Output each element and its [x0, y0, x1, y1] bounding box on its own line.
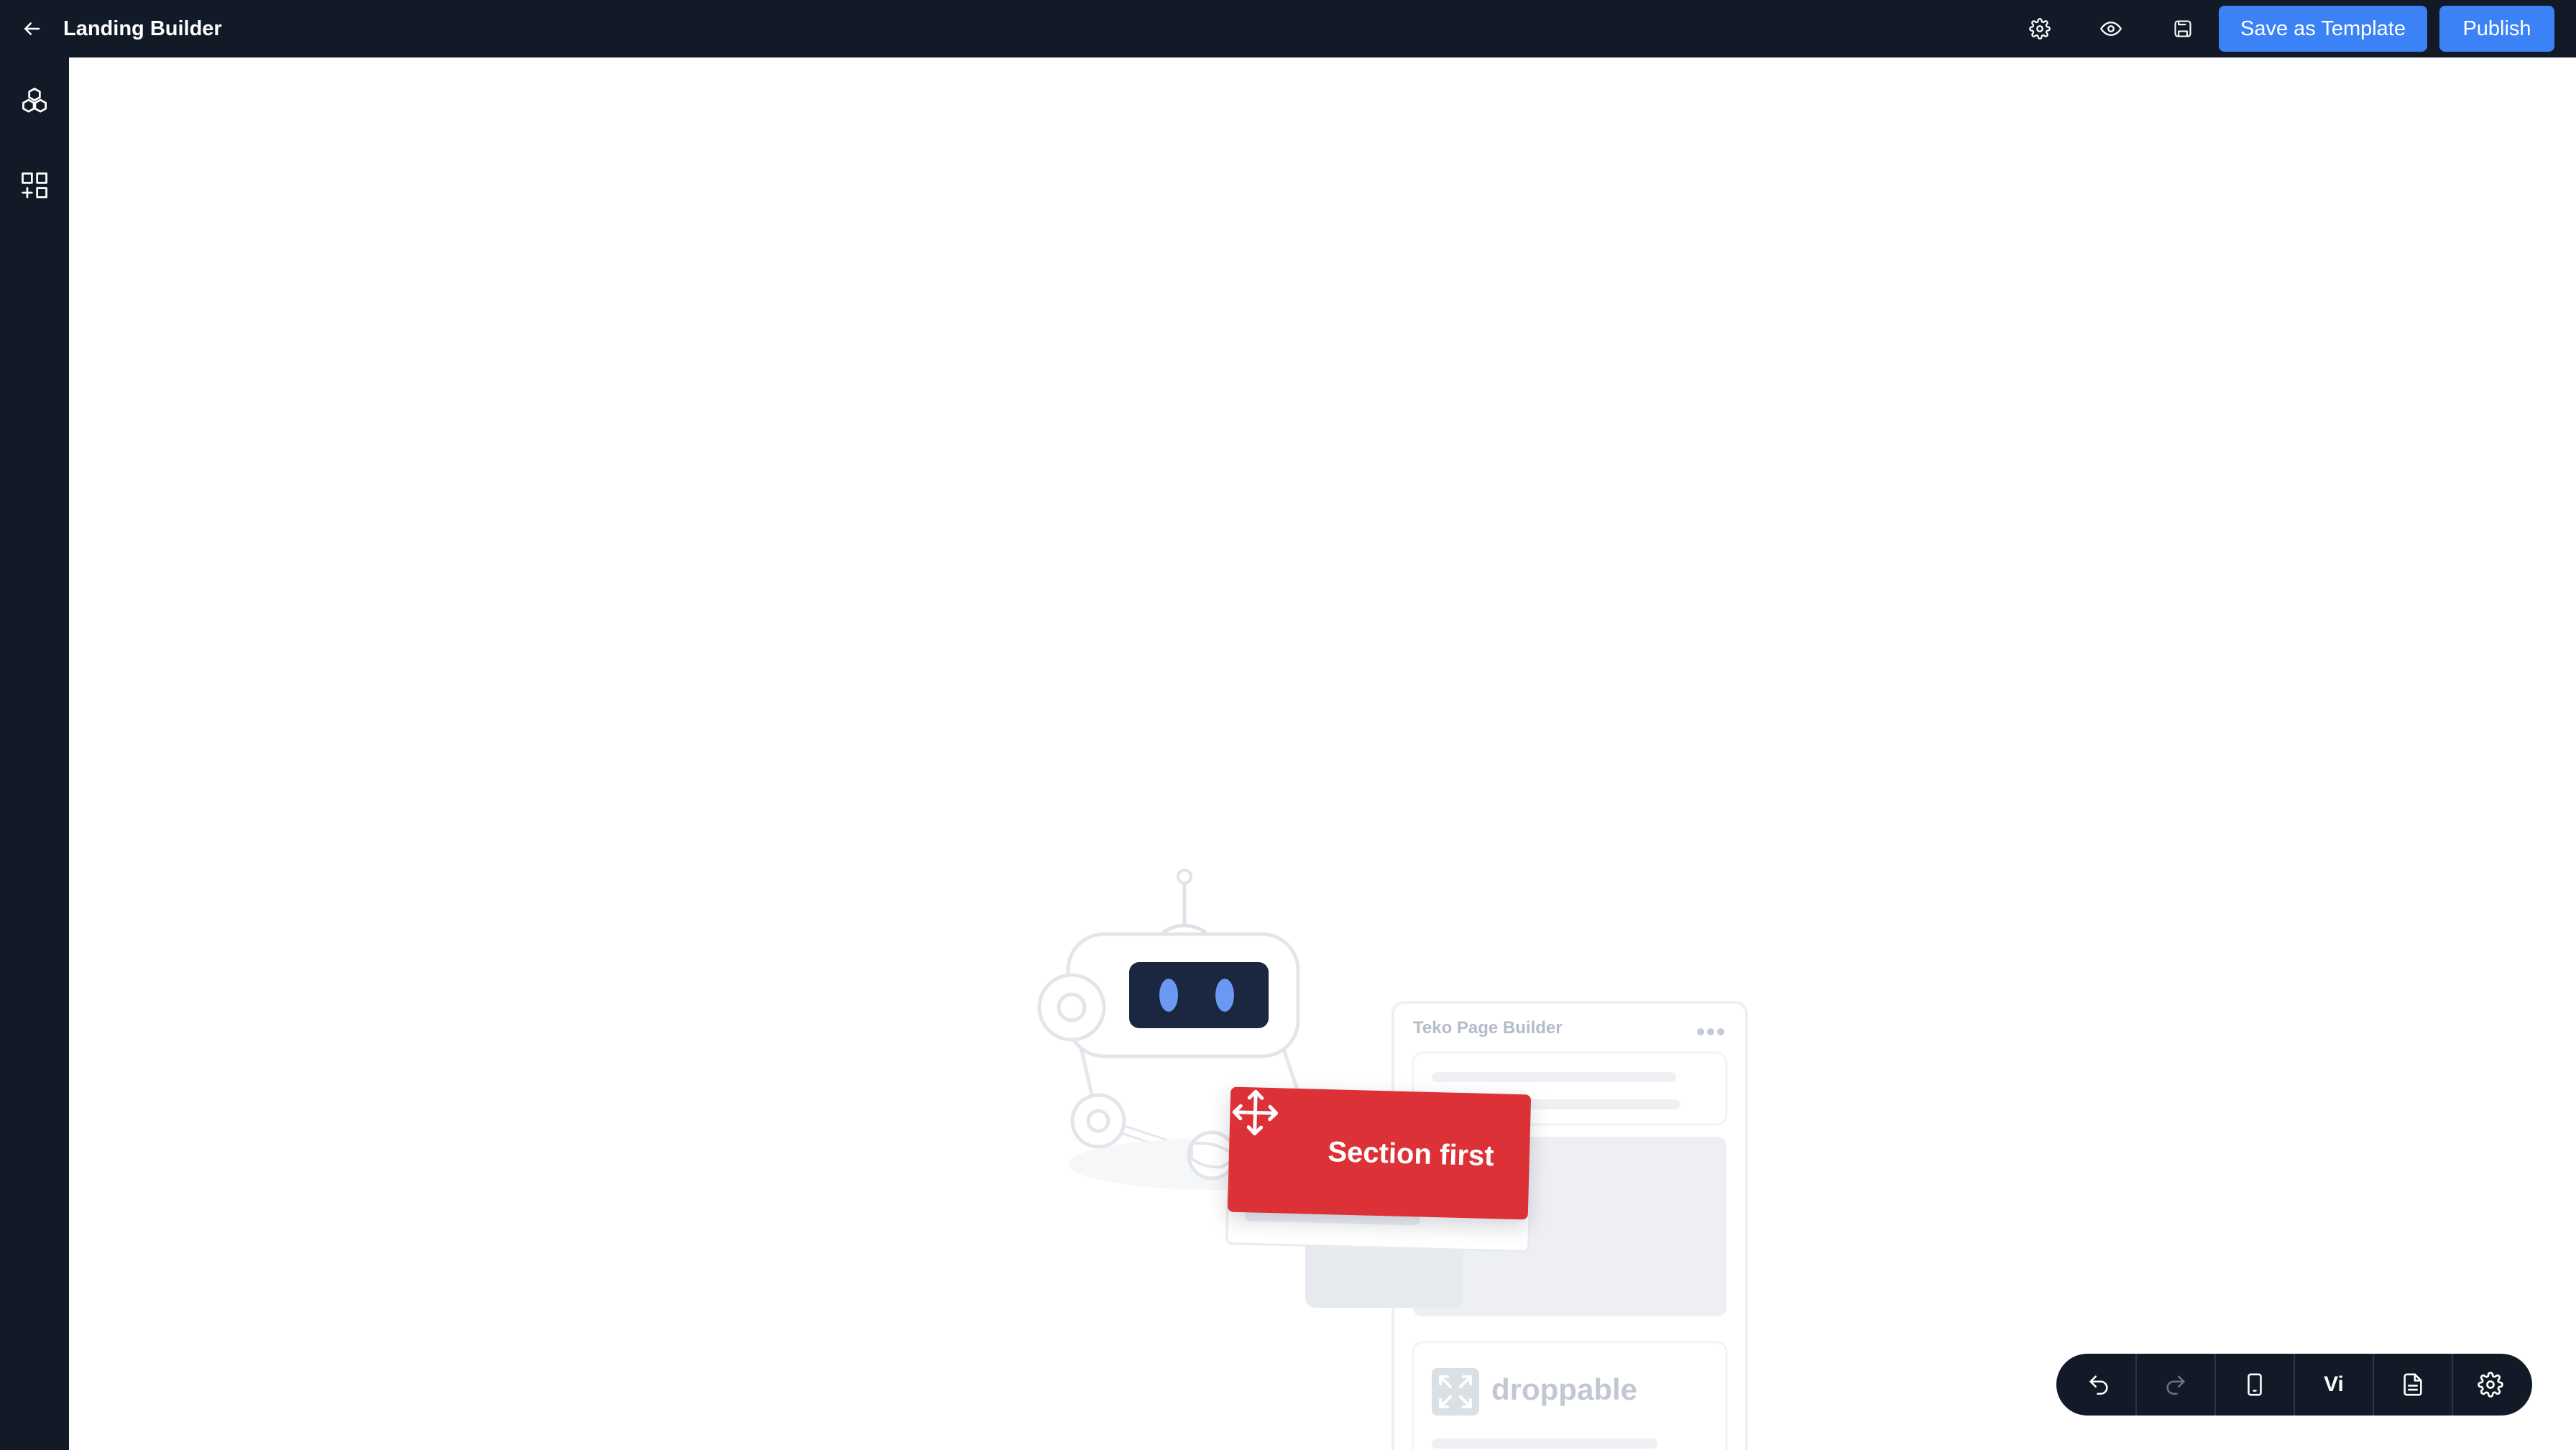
components-cubes-icon [22, 88, 47, 113]
save-disk-icon [2174, 20, 2191, 37]
droppable-label: droppable [1491, 1372, 1638, 1406]
illustration-card-title: Teko Page Builder [1413, 1018, 1563, 1038]
save-draft-button[interactable] [2166, 11, 2200, 46]
gear-icon [2029, 18, 2051, 40]
arrow-left-icon [24, 22, 40, 35]
eye-icon [2100, 22, 2122, 36]
left-sidebar [0, 57, 69, 1450]
sidebar-item-add-section[interactable] [14, 165, 55, 206]
app-title: Landing Builder [63, 17, 222, 40]
builder-canvas[interactable]: Teko Page Builder Section first droppabl… [69, 57, 2576, 1450]
save-as-template-button[interactable]: Save as Template [2219, 6, 2427, 52]
floating-toolbar: Vi [2056, 1354, 2532, 1416]
publish-button[interactable]: Publish [2439, 6, 2554, 52]
move-arrows-icon [1232, 1089, 1316, 1177]
top-bar: Landing Builder Save as Template Publish [0, 0, 2576, 57]
section-first-tag: Section first [1227, 1086, 1532, 1220]
add-section-grid-icon [22, 172, 47, 198]
mobile-device-icon [2248, 1373, 2262, 1396]
preview-button[interactable] [2094, 11, 2128, 46]
back-button[interactable] [14, 11, 49, 46]
page-document-button[interactable] [2374, 1354, 2453, 1416]
redo-icon [2166, 1375, 2185, 1395]
empty-state-illustration: Teko Page Builder Section first droppabl… [1003, 855, 1765, 1450]
device-preview-button[interactable] [2216, 1354, 2295, 1416]
section-first-label: Section first [1327, 1135, 1495, 1172]
sidebar-item-components[interactable] [14, 80, 55, 121]
settings-icon [2478, 1372, 2503, 1398]
undo-icon [2089, 1375, 2108, 1395]
undo-button[interactable] [2056, 1354, 2137, 1416]
document-icon [2404, 1373, 2422, 1396]
redo-button[interactable] [2137, 1354, 2216, 1416]
settings-button[interactable] [2453, 1354, 2532, 1416]
language-button[interactable]: Vi [2295, 1354, 2374, 1416]
page-settings-button[interactable] [2023, 11, 2057, 46]
